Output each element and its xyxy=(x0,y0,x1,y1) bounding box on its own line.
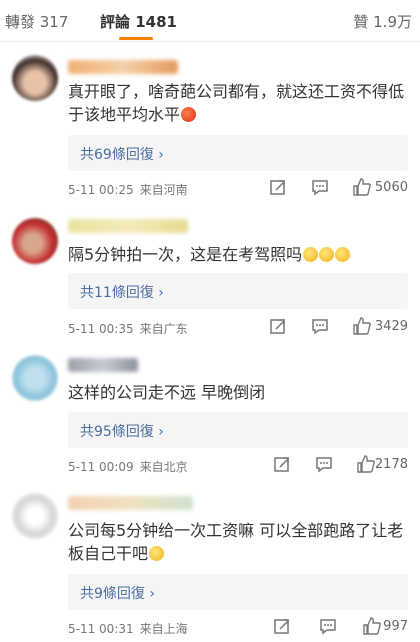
active-tab-indicator xyxy=(119,37,153,40)
username-blurred[interactable] xyxy=(68,219,188,233)
location: 来自河南 xyxy=(139,183,188,197)
repost-icon[interactable] xyxy=(272,454,292,474)
comment-text: 隔5分钟拍一次，这是在考驾照吗 xyxy=(68,243,408,266)
speechless-emoji-icon xyxy=(149,546,165,561)
replies-link[interactable]: 共95條回復 › xyxy=(68,412,408,448)
comment-meta: 5-11 00:09 来自北京 xyxy=(68,458,188,475)
sweat-emoji-icon xyxy=(303,247,319,262)
comment-meta: 5-11 00:31 来自上海 xyxy=(68,620,188,637)
avatar[interactable] xyxy=(12,355,58,401)
comment-meta: 5-11 00:35 来自广东 xyxy=(68,320,188,337)
username-blurred[interactable] xyxy=(68,358,138,372)
angry-emoji-icon xyxy=(181,107,197,122)
like-count: 997 xyxy=(383,619,408,634)
replies-label: 共95條回復 › xyxy=(80,424,164,440)
comment-icon[interactable] xyxy=(314,454,334,474)
timestamp: 5-11 00:25 xyxy=(68,183,134,197)
replies-label: 共9條回復 › xyxy=(80,586,155,602)
like-count: 3429 xyxy=(374,319,408,334)
timestamp: 5-11 00:09 xyxy=(68,460,134,474)
username-blurred[interactable] xyxy=(68,60,178,74)
repost-icon[interactable] xyxy=(268,177,288,197)
sweat-emoji-icon xyxy=(319,247,335,262)
like-icon[interactable] xyxy=(352,316,372,336)
location: 来自北京 xyxy=(139,460,188,474)
like-icon[interactable] xyxy=(362,616,382,636)
comment-tabs-bar: 轉發 317 評論 1481 贊 1.9万 xyxy=(0,0,420,42)
timestamp: 5-11 00:35 xyxy=(68,322,134,336)
comment-icon[interactable] xyxy=(318,616,338,636)
tab-reposts[interactable]: 轉發 317 xyxy=(5,11,68,32)
avatar[interactable] xyxy=(12,493,58,539)
tab-comments[interactable]: 評論 1481 xyxy=(100,11,177,32)
repost-icon[interactable] xyxy=(272,616,292,636)
replies-label: 共69條回復 › xyxy=(80,147,164,163)
sweat-emoji-icon xyxy=(335,247,351,262)
comment-icon[interactable] xyxy=(310,316,330,336)
comment-icon[interactable] xyxy=(310,177,330,197)
timestamp: 5-11 00:31 xyxy=(68,622,134,636)
comment-text: 这样的公司走不远 早晚倒闭 xyxy=(68,383,266,402)
like-count: 5060 xyxy=(374,180,408,195)
comment-meta: 5-11 00:25 来自河南 xyxy=(68,181,188,198)
repost-icon[interactable] xyxy=(268,316,288,336)
like-count: 2178 xyxy=(374,457,408,472)
replies-link[interactable]: 共11條回復 › xyxy=(68,273,408,309)
like-icon[interactable] xyxy=(352,177,372,197)
like-icon[interactable] xyxy=(356,454,376,474)
comment-text: 真开眼了，啥奇葩公司都有，就这还工资不得低于该地平均水平 xyxy=(68,82,405,124)
replies-label: 共11條回復 › xyxy=(80,285,164,301)
avatar[interactable] xyxy=(12,55,58,101)
username-blurred[interactable] xyxy=(68,496,193,510)
replies-link[interactable]: 共9條回復 › xyxy=(68,574,408,610)
location: 来自广东 xyxy=(139,322,188,336)
location: 来自上海 xyxy=(139,622,188,636)
avatar[interactable] xyxy=(12,218,58,264)
tab-likes[interactable]: 贊 1.9万 xyxy=(353,11,412,32)
replies-link[interactable]: 共69條回復 › xyxy=(68,135,408,171)
comment-text: 公司每5分钟给一次工资嘛 可以全部跑路了让老板自己干吧 xyxy=(68,521,404,563)
